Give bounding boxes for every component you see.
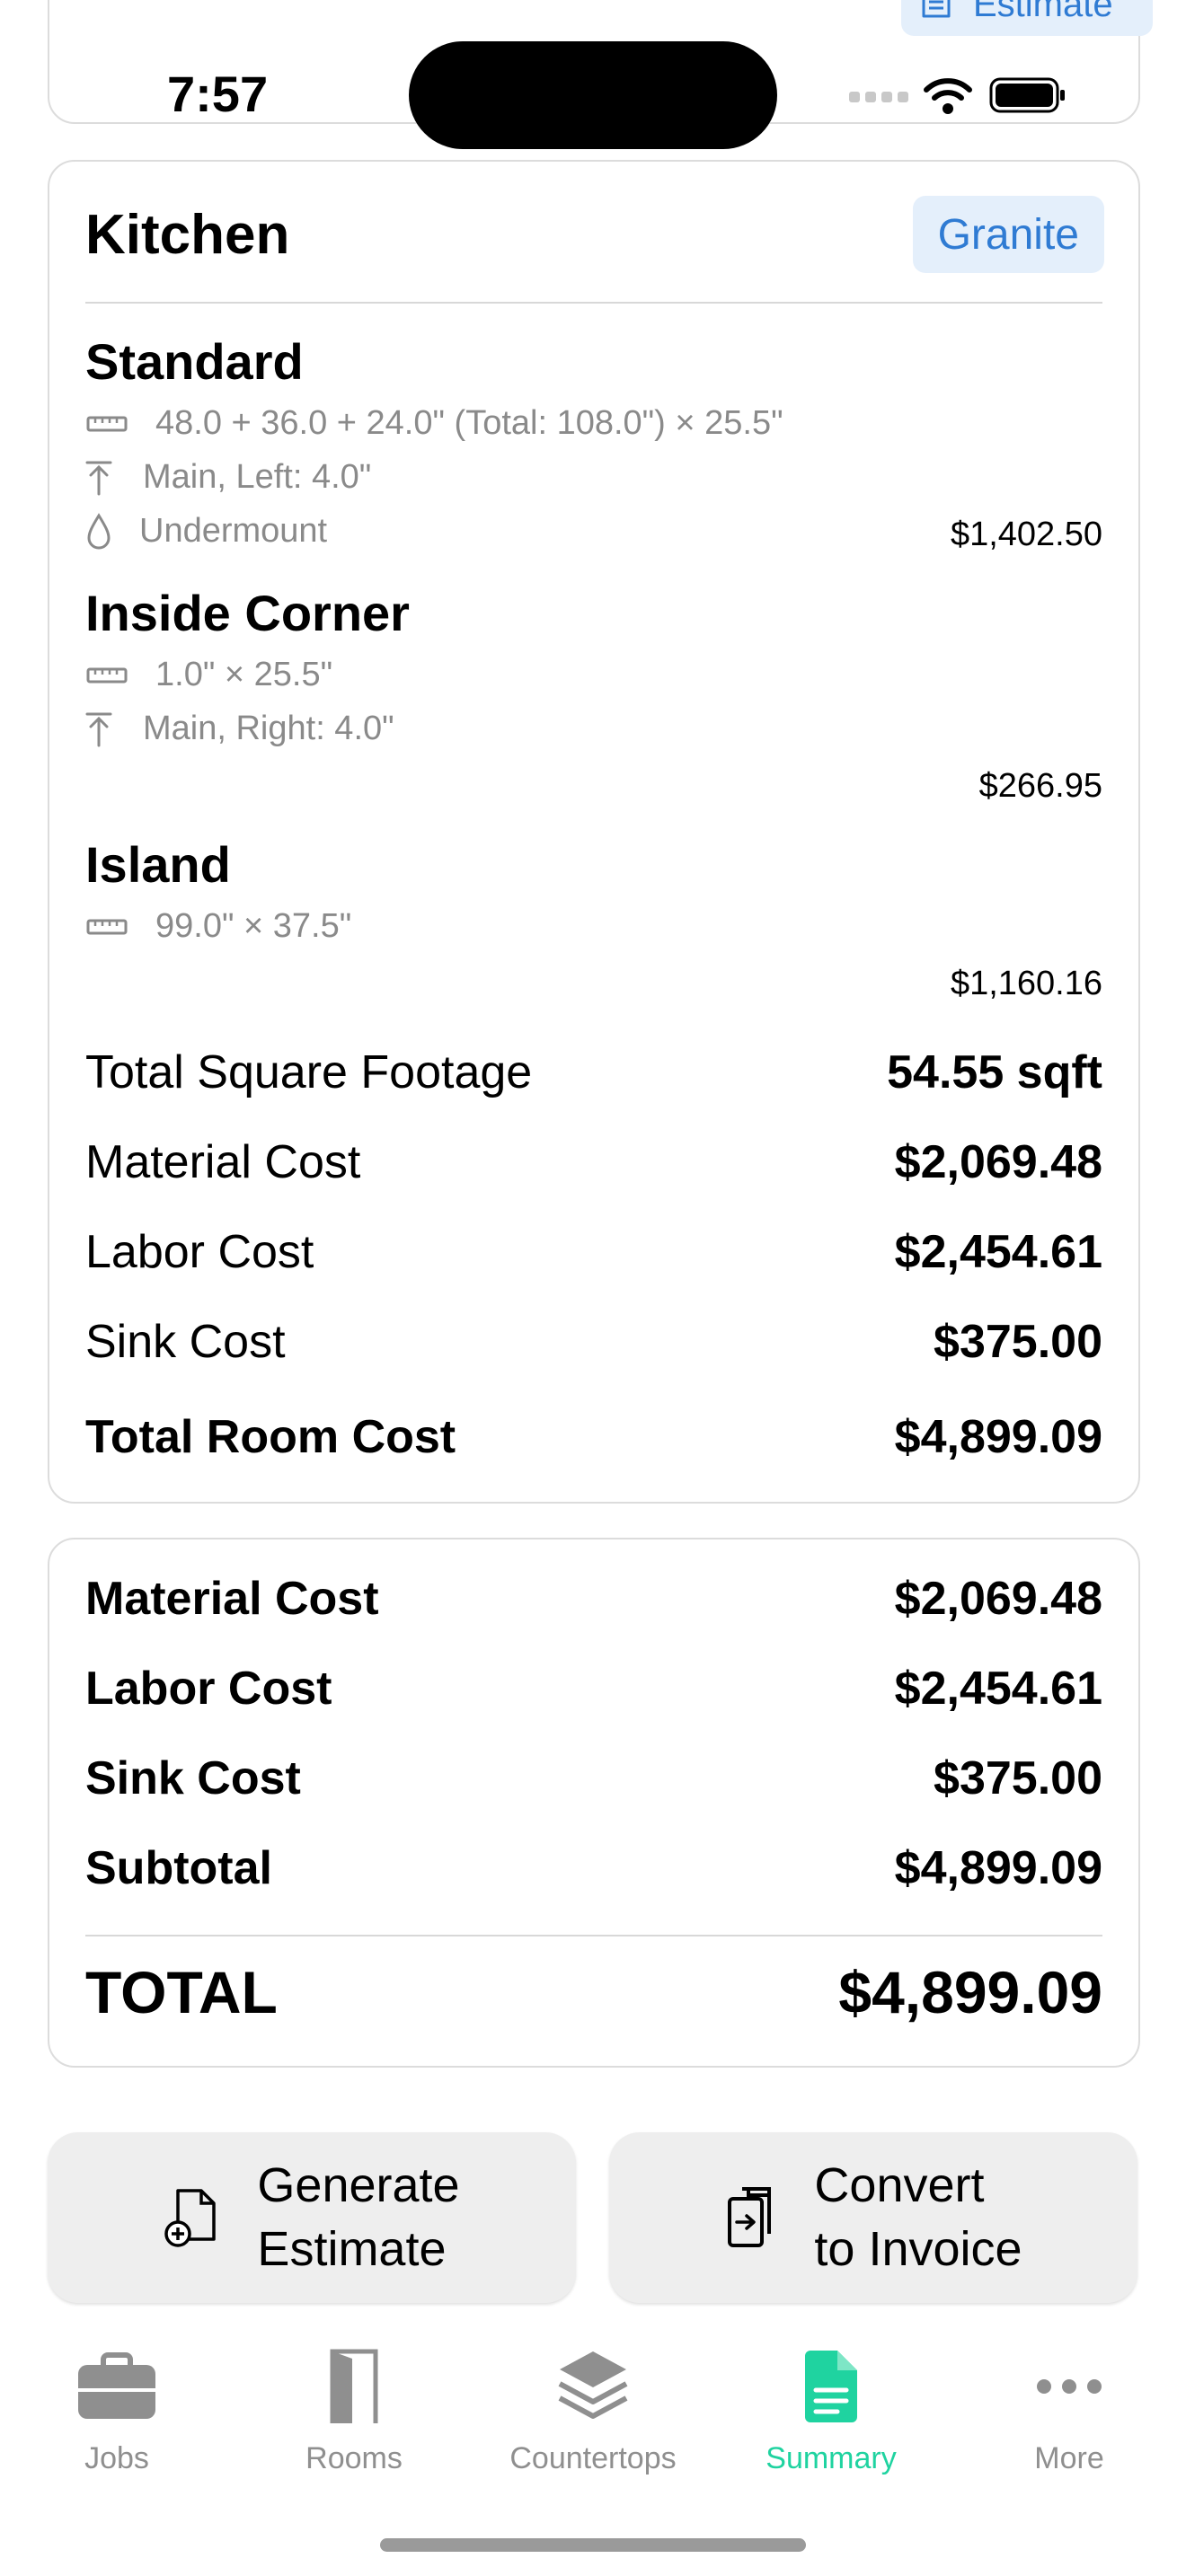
ruler-icon xyxy=(85,414,128,434)
tab-label: More xyxy=(1034,2441,1104,2475)
summary-material-row: Material Cost $2,069.48 xyxy=(85,1572,1102,1626)
estimate-badge[interactable]: Estimate xyxy=(901,0,1153,36)
section-title-island: Island xyxy=(85,836,231,893)
backsplash-row: Main, Left: 4.0" xyxy=(85,458,371,497)
sink-row: Undermount xyxy=(85,512,327,551)
drop-icon xyxy=(85,512,112,551)
section-title-standard: Standard xyxy=(85,333,304,390)
dimensions-row: 48.0 + 36.0 + 24.0" (Total: 108.0") × 25… xyxy=(85,404,783,443)
door-icon xyxy=(327,2344,381,2429)
summary-labor-row: Labor Cost $2,454.61 xyxy=(85,1662,1102,1716)
wifi-icon xyxy=(923,75,973,119)
row-label: TOTAL xyxy=(85,1959,278,2025)
status-icons xyxy=(849,75,1067,119)
generate-estimate-button[interactable]: Generate Estimate xyxy=(48,2132,576,2303)
material-cost-row: Material Cost $2,069.48 xyxy=(85,1135,1102,1189)
generate-estimate-label: Generate Estimate xyxy=(257,2154,459,2282)
backsplash-text: Main, Left: 4.0" xyxy=(143,458,372,496)
row-label: Sink Cost xyxy=(85,1752,301,1804)
tab-countertops[interactable]: Countertops xyxy=(494,2344,692,2476)
ellipsis-icon xyxy=(1036,2344,1102,2429)
tab-label: Jobs xyxy=(84,2441,149,2475)
label-line: Convert xyxy=(814,2157,985,2212)
home-indicator[interactable] xyxy=(380,2538,806,2552)
tab-label: Summary xyxy=(766,2441,897,2475)
briefcase-icon xyxy=(76,2344,157,2429)
row-label: Sink Cost xyxy=(85,1316,286,1368)
tab-rooms[interactable]: Rooms xyxy=(255,2344,453,2476)
backsplash-text: Main, Right: 4.0" xyxy=(143,710,394,747)
tab-jobs[interactable]: Jobs xyxy=(18,2344,216,2476)
arrow-up-icon xyxy=(85,711,112,747)
tab-summary[interactable]: Summary xyxy=(732,2344,930,2476)
ruler-icon xyxy=(85,666,128,685)
section-price: $1,160.16 xyxy=(950,965,1102,1002)
label-line: Generate xyxy=(257,2157,460,2212)
total-room-cost-row: Total Room Cost $4,899.09 xyxy=(85,1410,1102,1464)
row-value: $2,454.61 xyxy=(894,1226,1102,1278)
status-time: 7:57 xyxy=(167,66,269,122)
grand-total-row: TOTAL $4,899.09 xyxy=(85,1958,1102,2026)
arrow-up-icon xyxy=(85,460,112,496)
row-value: $375.00 xyxy=(934,1752,1102,1804)
dimensions-text: 99.0" × 37.5" xyxy=(155,907,352,945)
document-add-icon xyxy=(164,2187,221,2248)
summary-sink-row: Sink Cost $375.00 xyxy=(85,1751,1102,1805)
convert-to-invoice-label: Convert to Invoice xyxy=(814,2154,1022,2282)
battery-icon xyxy=(989,75,1067,119)
summary-card: Material Cost $2,069.48 Labor Cost $2,45… xyxy=(48,1538,1140,2068)
layers-icon xyxy=(556,2344,630,2429)
row-value: $2,069.48 xyxy=(894,1136,1102,1188)
section-price: $266.95 xyxy=(978,767,1102,805)
tab-more[interactable]: More xyxy=(970,2344,1168,2476)
dynamic-island xyxy=(409,41,777,149)
estimate-badge-label: Estimate xyxy=(973,0,1113,24)
signal-icon xyxy=(849,86,910,109)
label-line: Estimate xyxy=(257,2222,447,2276)
row-label: Material Cost xyxy=(85,1573,379,1625)
dimensions-row: 99.0" × 37.5" xyxy=(85,907,351,946)
document-icon xyxy=(921,0,973,28)
divider xyxy=(85,1935,1102,1936)
sink-cost-row: Sink Cost $375.00 xyxy=(85,1315,1102,1369)
sink-text: Undermount xyxy=(139,512,328,550)
room-title: Kitchen xyxy=(85,204,290,266)
tab-label: Countertops xyxy=(509,2441,677,2475)
material-badge[interactable]: Granite xyxy=(912,196,1104,273)
convert-to-invoice-button[interactable]: Convert to Invoice xyxy=(609,2132,1137,2303)
row-value: $2,069.48 xyxy=(894,1573,1102,1625)
summary-subtotal-row: Subtotal $4,899.09 xyxy=(85,1841,1102,1895)
dimensions-text: 1.0" × 25.5" xyxy=(155,656,333,693)
row-label: Total Square Footage xyxy=(85,1046,533,1098)
total-sqft-row: Total Square Footage 54.55 sqft xyxy=(85,1045,1102,1099)
labor-cost-row: Labor Cost $2,454.61 xyxy=(85,1225,1102,1279)
room-card-kitchen: Kitchen Granite Standard 48.0 + 36.0 + 2… xyxy=(48,160,1140,1504)
row-value: $2,454.61 xyxy=(894,1663,1102,1715)
divider xyxy=(85,302,1102,304)
row-value: $4,899.09 xyxy=(838,1959,1102,2025)
row-value: $4,899.09 xyxy=(894,1411,1102,1463)
row-label: Labor Cost xyxy=(85,1226,314,1278)
section-price: $1,402.50 xyxy=(950,516,1102,553)
row-value: $4,899.09 xyxy=(894,1842,1102,1894)
tab-label: Rooms xyxy=(305,2441,403,2475)
section-title-inside-corner: Inside Corner xyxy=(85,585,410,641)
row-value: 54.55 sqft xyxy=(887,1046,1102,1098)
row-label: Material Cost xyxy=(85,1136,361,1188)
row-value: $375.00 xyxy=(934,1316,1102,1368)
label-line: to Invoice xyxy=(814,2222,1022,2276)
row-label: Total Room Cost xyxy=(85,1411,456,1463)
row-label: Subtotal xyxy=(85,1842,272,1894)
dimensions-row: 1.0" × 25.5" xyxy=(85,656,332,694)
dimensions-text: 48.0 + 36.0 + 24.0" (Total: 108.0") × 25… xyxy=(155,404,783,442)
row-label: Labor Cost xyxy=(85,1663,332,1715)
documents-arrow-icon xyxy=(724,2186,778,2249)
document-icon xyxy=(801,2344,861,2429)
ruler-icon xyxy=(85,917,128,937)
backsplash-row: Main, Right: 4.0" xyxy=(85,710,394,748)
